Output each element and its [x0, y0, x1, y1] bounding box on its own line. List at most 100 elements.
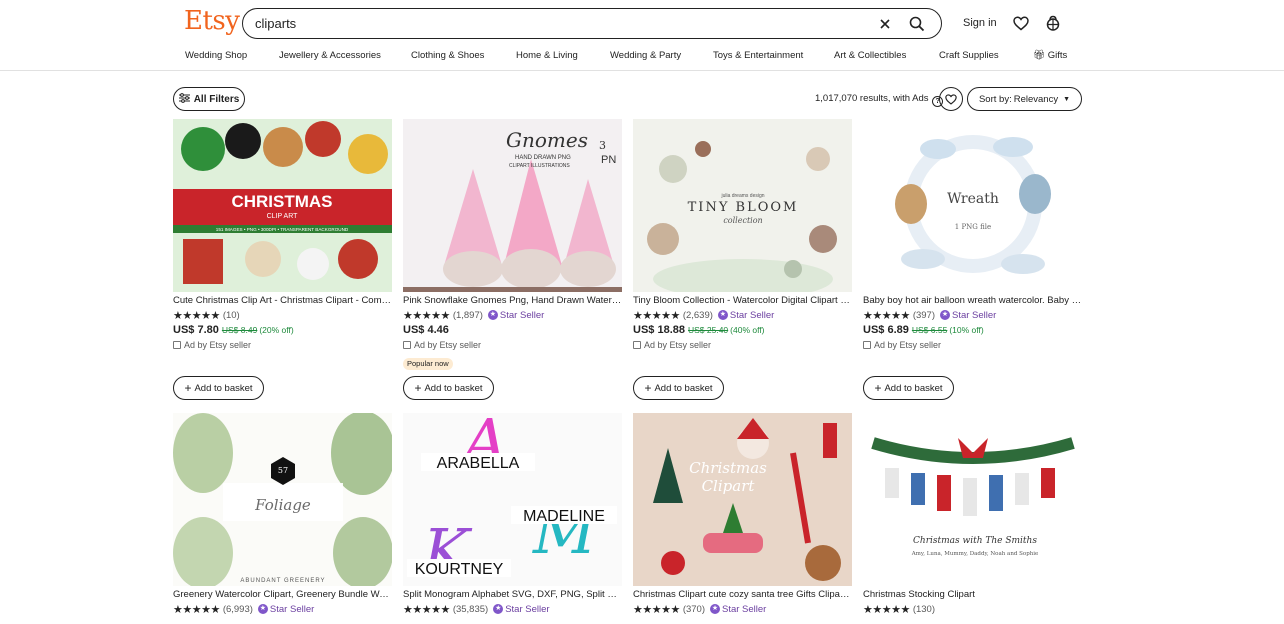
- listing-price: US$ 4.46: [403, 324, 449, 336]
- ad-label: Ad by Etsy seller: [403, 340, 481, 350]
- all-filters-button[interactable]: All Filters: [173, 87, 245, 111]
- ad-label: Ad by Etsy seller: [633, 340, 711, 350]
- listing-card[interactable]: Christmas with The Smiths Amy, Luna, Mum…: [863, 413, 1082, 624]
- listing-title[interactable]: Baby boy hot air balloon wreath watercol…: [863, 295, 1082, 306]
- review-count: (370): [682, 603, 705, 615]
- ad-text: Ad by Etsy seller: [414, 340, 482, 350]
- results-text: 1,017,070 results, with Ads: [815, 93, 929, 104]
- listing-rating: ★★★★★ (1,897) ★ Star Seller: [403, 309, 545, 322]
- svg-text:TINY BLOOM: TINY BLOOM: [688, 200, 799, 215]
- star-seller-icon: ★: [487, 310, 498, 320]
- star-rating-icon: ★★★★★: [633, 603, 680, 616]
- search-icon[interactable]: [907, 14, 927, 34]
- add-to-basket-label: Add to basket: [654, 382, 713, 394]
- star-seller-icon: ★: [710, 604, 720, 614]
- review-count: (2,639): [682, 309, 713, 321]
- sign-in-link[interactable]: Sign in: [963, 17, 997, 29]
- svg-text:julia dreams design: julia dreams design: [720, 193, 764, 199]
- plus-icon: +: [644, 381, 652, 395]
- review-count: (1,897): [452, 309, 483, 321]
- listing-image[interactable]: A K M ARABELLA MADELINE KOURTNEY: [403, 413, 622, 586]
- star-seller-label: Star Seller: [499, 309, 545, 321]
- listing-card[interactable]: julia dreams design TINY BLOOM collectio…: [633, 119, 852, 404]
- search-bar[interactable]: [242, 8, 942, 39]
- nav-wedding-shop[interactable]: Wedding Shop: [185, 50, 247, 61]
- nav-toys[interactable]: Toys & Entertainment: [713, 50, 803, 61]
- heart-icon[interactable]: [1011, 13, 1031, 33]
- star-seller-icon: ★: [940, 310, 950, 320]
- svg-text:Christmas with The Smiths: Christmas with The Smiths: [913, 536, 1037, 546]
- svg-text:151 IMAGES • PNG • 300DPI • TR: 151 IMAGES • PNG • 300DPI • TRANSPARENT …: [216, 227, 349, 232]
- nav-gifts-label: Gifts: [1047, 50, 1068, 61]
- listing-title[interactable]: Split Monogram Alphabet SVG, DXF, PNG, S…: [403, 589, 622, 600]
- basket-icon[interactable]: [1043, 13, 1063, 33]
- nav-gifts[interactable]: 🎁︎ Gifts: [1033, 50, 1067, 61]
- svg-text:MADELINE: MADELINE: [523, 508, 605, 525]
- review-count: (6,993): [222, 603, 253, 615]
- ad-icon: [173, 341, 181, 349]
- listing-image[interactable]: Wreath 1 PNG file: [863, 119, 1082, 292]
- star-seller-badge: ★ Star Seller: [257, 604, 314, 615]
- nav-clothing[interactable]: Clothing & Shoes: [411, 50, 484, 61]
- listing-card[interactable]: A K M ARABELLA MADELINE KOURTNEY Split M…: [403, 413, 622, 624]
- price-was: US$ 25.40: [687, 325, 729, 335]
- nav-jewellery[interactable]: Jewellery & Accessories: [279, 50, 381, 61]
- svg-text:Foliage: Foliage: [254, 496, 311, 514]
- listing-title[interactable]: Pink Snowflake Gnomes Png, Hand Drawn Wa…: [403, 295, 622, 306]
- all-filters-label: All Filters: [193, 93, 240, 105]
- listing-card[interactable]: CHRISTMAS CLIP ART 151 IMAGES • PNG • 30…: [173, 119, 392, 404]
- ad-label: Ad by Etsy seller: [863, 340, 941, 350]
- sort-prefix: Sort by:: [978, 93, 1012, 105]
- price-now: US$ 7.80: [173, 324, 219, 336]
- listing-card[interactable]: Gnomes 3 HAND DRAWN PNG CLIPART ILLUSTRA…: [403, 119, 622, 404]
- listing-image[interactable]: Gnomes 3 HAND DRAWN PNG CLIPART ILLUSTRA…: [403, 119, 622, 292]
- price-now: US$ 6.89: [863, 324, 909, 336]
- save-search-button[interactable]: [939, 87, 963, 111]
- etsy-logo[interactable]: Etsy: [184, 6, 240, 36]
- listing-title[interactable]: Christmas Clipart cute cozy santa tree G…: [633, 589, 852, 600]
- ad-text: Ad by Etsy seller: [874, 340, 942, 350]
- svg-text:CLIPART ILLUSTRATIONS: CLIPART ILLUSTRATIONS: [509, 163, 570, 169]
- listing-image[interactable]: Christmas Clipart: [633, 413, 852, 586]
- plus-icon: +: [184, 381, 192, 395]
- svg-text:PN: PN: [601, 154, 616, 166]
- add-to-basket-button[interactable]: + Add to basket: [403, 376, 494, 400]
- listing-title[interactable]: Tiny Bloom Collection - Watercolor Digit…: [633, 295, 852, 306]
- add-to-basket-button[interactable]: + Add to basket: [633, 376, 724, 400]
- listing-title[interactable]: Greenery Watercolor Clipart, Greenery Bu…: [173, 589, 392, 600]
- close-icon[interactable]: [875, 14, 895, 34]
- listing-image[interactable]: 57 Foliage ABUNDANT GREENERY: [173, 413, 392, 586]
- star-rating-icon: ★★★★★: [633, 309, 680, 322]
- listing-card[interactable]: Christmas Clipart Christmas Clipart cute…: [633, 413, 852, 624]
- nav-wedding-party[interactable]: Wedding & Party: [610, 50, 681, 61]
- star-seller-label: Star Seller: [952, 309, 997, 321]
- nav-craft-supplies[interactable]: Craft Supplies: [939, 50, 999, 61]
- listing-rating: ★★★★★ (370) ★ Star Seller: [633, 603, 767, 616]
- listing-rating: ★★★★★ (397) ★ Star Seller: [863, 309, 997, 322]
- svg-text:KOURTNEY: KOURTNEY: [415, 561, 504, 578]
- star-seller-badge: ★ Star Seller: [493, 604, 550, 615]
- add-to-basket-button[interactable]: + Add to basket: [173, 376, 264, 400]
- listing-card[interactable]: 57 Foliage ABUNDANT GREENERY Greenery Wa…: [173, 413, 392, 624]
- listing-title[interactable]: Cute Christmas Clip Art - Christmas Clip…: [173, 295, 392, 306]
- listing-image[interactable]: CHRISTMAS CLIP ART 151 IMAGES • PNG • 30…: [173, 119, 392, 292]
- listing-title[interactable]: Christmas Stocking Clipart: [863, 589, 1082, 600]
- listing-image[interactable]: Christmas with The Smiths Amy, Luna, Mum…: [863, 413, 1082, 586]
- site-header: Etsy Sign in Wedding Shop Jewellery & Ac…: [0, 0, 1284, 71]
- add-to-basket-label: Add to basket: [424, 382, 483, 394]
- listing-card[interactable]: Wreath 1 PNG file Baby boy hot air ballo…: [863, 119, 1082, 404]
- add-to-basket-button[interactable]: + Add to basket: [863, 376, 954, 400]
- listing-image[interactable]: julia dreams design TINY BLOOM collectio…: [633, 119, 852, 292]
- star-seller-label: Star Seller: [722, 603, 767, 615]
- search-input[interactable]: [255, 14, 855, 33]
- review-count: (35,835): [452, 603, 489, 615]
- svg-text:Christmas: Christmas: [689, 459, 767, 477]
- svg-text:57: 57: [278, 466, 288, 475]
- add-to-basket-label: Add to basket: [884, 382, 943, 394]
- svg-text:1 PNG file: 1 PNG file: [955, 223, 991, 231]
- nav-home-living[interactable]: Home & Living: [516, 50, 578, 61]
- svg-text:Amy, Luna, Mummy, Daddy, Noah: Amy, Luna, Mummy, Daddy, Noah and Sophie: [911, 551, 1039, 557]
- sort-dropdown[interactable]: Sort by: Relevancy ▼: [967, 87, 1082, 111]
- discount-label: (40% off): [730, 325, 765, 335]
- nav-art[interactable]: Art & Collectibles: [834, 50, 906, 61]
